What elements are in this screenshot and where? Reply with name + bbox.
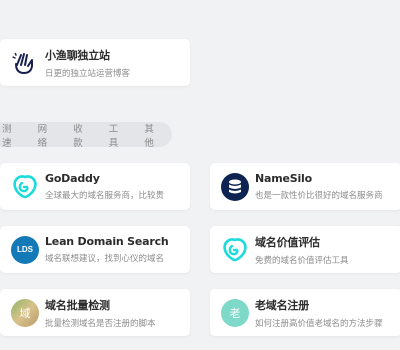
- tab-network[interactable]: 网络: [30, 121, 66, 149]
- domain-value-logo-icon: [221, 236, 249, 264]
- lds-logo-icon: LDS: [11, 235, 39, 264]
- batch-check-logo-icon: 域: [11, 298, 39, 327]
- tab-tools[interactable]: 工具: [101, 121, 137, 149]
- card-lean-domain-search[interactable]: LDS Lean Domain Search 域名联想建议，找到心仪的域名: [0, 226, 190, 273]
- card-domain-value[interactable]: 域名价值评估 免费的域名价值评估工具: [210, 226, 400, 273]
- card-title: 域名批量检测: [45, 298, 110, 312]
- card-batch-check[interactable]: 域 域名批量检测 批量检测域名是否注册的脚本: [0, 289, 190, 336]
- card-godaddy[interactable]: GoDaddy 全球最大的域名服务商，比较贵: [0, 163, 190, 210]
- tab-payment[interactable]: 收款: [65, 121, 101, 149]
- card-desc: 域名联想建议，找到心仪的域名: [45, 254, 165, 264]
- card-desc: 免费的域名价值评估工具: [255, 255, 349, 266]
- card-old-domain[interactable]: 老 老域名注册 如何注册高价值老域名的方法步骤: [210, 289, 400, 336]
- featured-site-title: 小渔聊独立站: [45, 48, 110, 62]
- tab-speed-test[interactable]: 测速: [0, 121, 30, 149]
- card-title: Lean Domain Search: [45, 235, 169, 248]
- tab-other[interactable]: 其他: [136, 121, 172, 149]
- hand-logo-icon: [11, 48, 39, 77]
- card-title: GoDaddy: [45, 172, 100, 185]
- old-domain-badge-text: 老: [229, 306, 241, 320]
- featured-site-card[interactable]: 小渔聊独立站 日更的独立站运营博客: [0, 39, 190, 86]
- card-desc: 如何注册高价值老域名的方法步骤: [255, 318, 383, 329]
- card-namesilo[interactable]: NameSilo 也是一款性价比很好的域名服务商: [210, 163, 400, 210]
- card-title: 老域名注册: [255, 298, 309, 312]
- card-desc: 也是一款性价比很好的域名服务商: [255, 191, 383, 201]
- godaddy-logo-icon: [11, 173, 39, 201]
- lds-badge-text: LDS: [17, 245, 33, 254]
- card-desc: 批量检测域名是否注册的脚本: [45, 318, 156, 329]
- card-desc: 全球最大的域名服务商，比较贵: [45, 191, 165, 201]
- batch-badge-text: 域: [19, 306, 31, 320]
- card-title: 域名价值评估: [255, 235, 320, 249]
- card-title: NameSilo: [255, 172, 312, 185]
- featured-site-desc: 日更的独立站运营博客: [45, 68, 131, 79]
- namesilo-logo-icon: [221, 172, 249, 201]
- old-domain-logo-icon: 老: [221, 298, 249, 327]
- category-tab-bar: 测速 网络 收款 工具 其他: [0, 121, 172, 149]
